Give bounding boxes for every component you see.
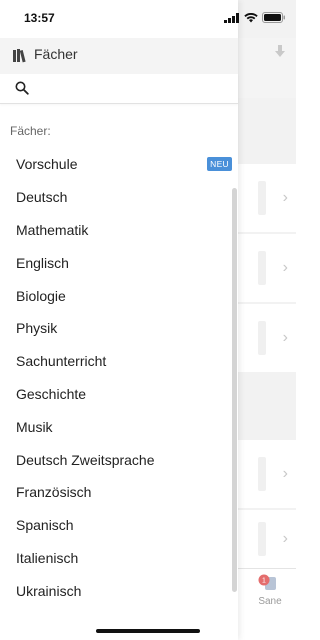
background-card[interactable]: › [238,304,296,372]
subject-label: Geschichte [16,385,87,402]
subject-item-vorschule[interactable]: Vorschule NEU [0,148,232,181]
subject-label: Italienisch [16,549,79,566]
subject-item-musik[interactable]: Musik [0,410,232,443]
section-label: Fächer: [10,124,51,138]
subject-item-italienisch[interactable]: Italienisch [0,542,232,575]
new-badge: NEU [207,157,232,171]
battery-icon [262,12,285,23]
subject-label: Ukrainisch [16,582,82,599]
scrollbar[interactable] [232,188,237,592]
search-icon [15,81,29,95]
subject-item-sachunterricht[interactable]: Sachunterricht [0,345,232,378]
status-icons [224,12,286,23]
subject-item-geschichte[interactable]: Geschichte [0,378,232,411]
tab-badge-count: 1 [262,578,266,585]
subject-label: Musik [16,418,53,435]
subject-item-mathematik[interactable]: Mathematik [0,214,232,247]
background-card[interactable]: › [238,440,296,508]
chevron-right-icon: › [282,259,288,276]
tab-sane-label[interactable]: Sane [250,596,290,607]
subject-item-franzoesisch[interactable]: Französisch [0,476,232,509]
search-input[interactable] [36,78,226,100]
card-thumbnail [258,251,266,285]
subject-item-deutsch-zweitsprache[interactable]: Deutsch Zweitsprache [0,443,232,476]
card-thumbnail [258,457,266,491]
chevron-right-icon: › [282,329,288,346]
subject-item-physik[interactable]: Physik [0,312,232,345]
signal-icon [224,12,239,23]
subject-label: Vorschule [16,156,78,173]
background-card[interactable]: › [238,234,296,302]
subject-item-ukrainisch[interactable]: Ukrainisch [0,574,232,607]
subject-label: Biologie [16,287,66,304]
sane-tab-icon[interactable]: 1 [258,574,278,592]
subject-item-biologie[interactable]: Biologie [0,279,232,312]
subject-item-englisch[interactable]: Englisch [0,246,232,279]
subjects-drawer: Fächer Fächer: Vorschule NEU Deutsch Mat… [0,0,238,640]
subject-list: Vorschule NEU Deutsch Mathematik Englisc… [0,148,232,607]
home-indicator[interactable] [96,629,200,633]
download-icon[interactable] [272,44,288,60]
subject-item-deutsch[interactable]: Deutsch [0,181,232,214]
chevron-right-icon: › [282,189,288,206]
subject-item-spanisch[interactable]: Spanisch [0,509,232,542]
subject-label: Deutsch Zweitsprache [16,451,155,468]
subject-label: Deutsch [16,189,68,206]
subject-label: Spanisch [16,517,74,534]
subject-label: Physik [16,320,58,337]
background-card[interactable]: › [238,510,296,568]
search-bar[interactable] [0,74,238,104]
card-thumbnail [258,522,266,556]
subject-label: Mathematik [16,221,89,238]
subject-label: Französisch [16,484,92,501]
background-card[interactable]: › [238,164,296,232]
drawer-header: Fächer [0,38,238,74]
subject-list-area: Fächer: Vorschule NEU Deutsch Mathematik… [0,106,238,610]
status-time: 13:57 [24,11,55,25]
card-thumbnail [258,181,266,215]
wifi-icon [244,12,258,22]
chevron-right-icon: › [282,465,288,482]
card-thumbnail [258,321,266,355]
chevron-right-icon: › [282,530,288,547]
status-bar: 13:57 [0,0,296,38]
subject-label: Sachunterricht [16,353,107,370]
books-icon [13,49,26,63]
drawer-title: Fächer [34,46,78,62]
subject-label: Englisch [16,254,69,271]
